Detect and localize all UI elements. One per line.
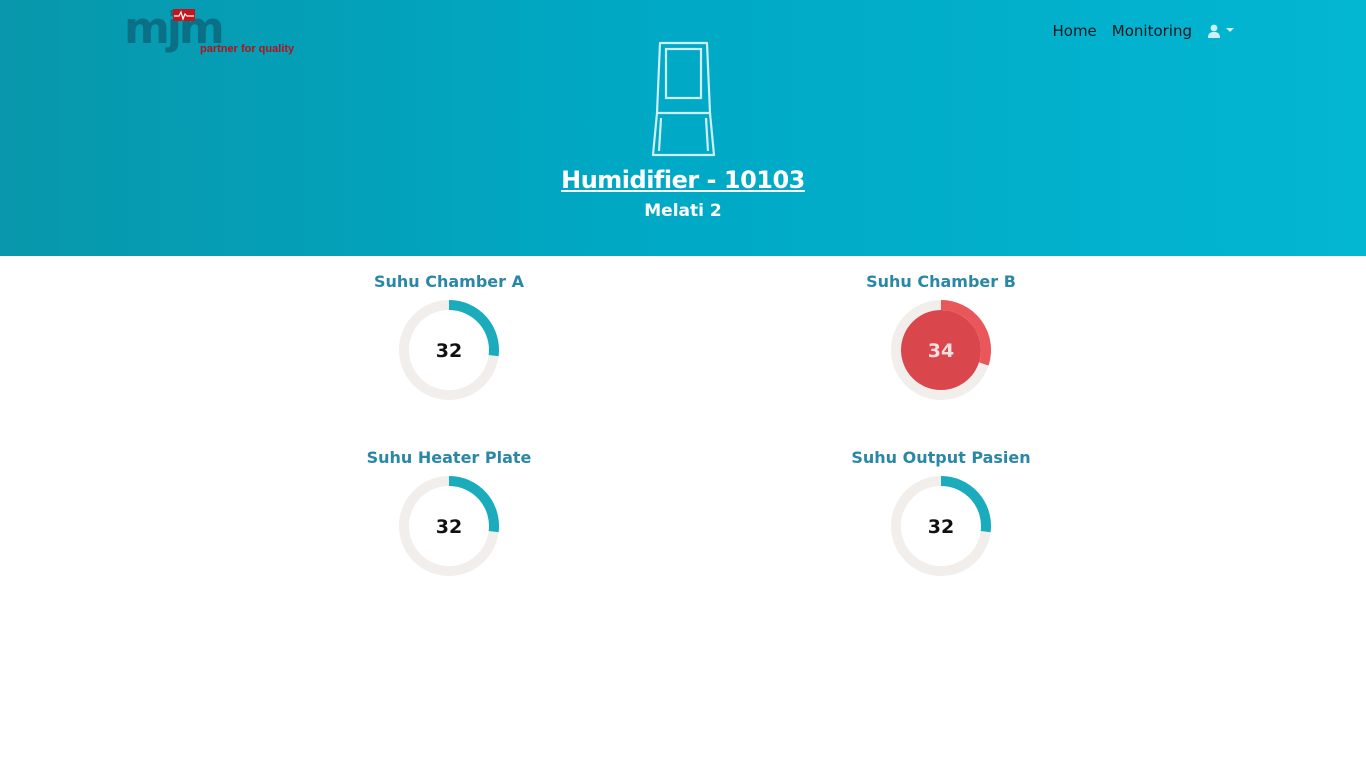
- device-location: Melati 2: [644, 201, 722, 221]
- gauge-label: Suhu Output Pasien: [851, 448, 1031, 467]
- user-menu-toggle[interactable]: [1208, 24, 1234, 38]
- gauge-value: 32: [928, 516, 954, 538]
- gauge-chamber-a: Suhu Chamber A 32: [349, 272, 549, 432]
- gauge-ring: 32: [891, 476, 991, 576]
- gauge-output-pasien: Suhu Output Pasien 32: [841, 448, 1041, 608]
- header-banner: mjm partner for quality Home Monitoring …: [0, 0, 1366, 256]
- top-nav: Home Monitoring: [1037, 22, 1234, 40]
- gauge-chamber-b: Suhu Chamber B 34: [841, 272, 1041, 432]
- gauge-ring: 34: [891, 300, 991, 400]
- chevron-down-icon: [1226, 28, 1234, 32]
- gauge-value: 32: [436, 516, 462, 538]
- gauge-value: 32: [436, 340, 462, 362]
- humidifier-icon: [651, 41, 716, 157]
- logo-tagline: partner for quality: [200, 43, 295, 55]
- device-title: Humidifier - 10103: [561, 166, 805, 194]
- gauge-value: 34: [928, 340, 954, 362]
- gauge-heater-plate: Suhu Heater Plate 32: [349, 448, 549, 608]
- gauge-label: Suhu Chamber B: [866, 272, 1016, 291]
- nav-monitoring-link[interactable]: Monitoring: [1112, 22, 1192, 40]
- gauge-ring: 32: [399, 476, 499, 576]
- user-icon: [1208, 24, 1220, 38]
- brand-logo[interactable]: mjm partner for quality: [124, 5, 306, 61]
- gauge-label: Suhu Chamber A: [373, 272, 524, 291]
- logo-pulse-icon: [173, 9, 195, 21]
- gauge-ring: 32: [399, 300, 499, 400]
- nav-home-link[interactable]: Home: [1052, 22, 1096, 40]
- gauge-label: Suhu Heater Plate: [366, 448, 532, 467]
